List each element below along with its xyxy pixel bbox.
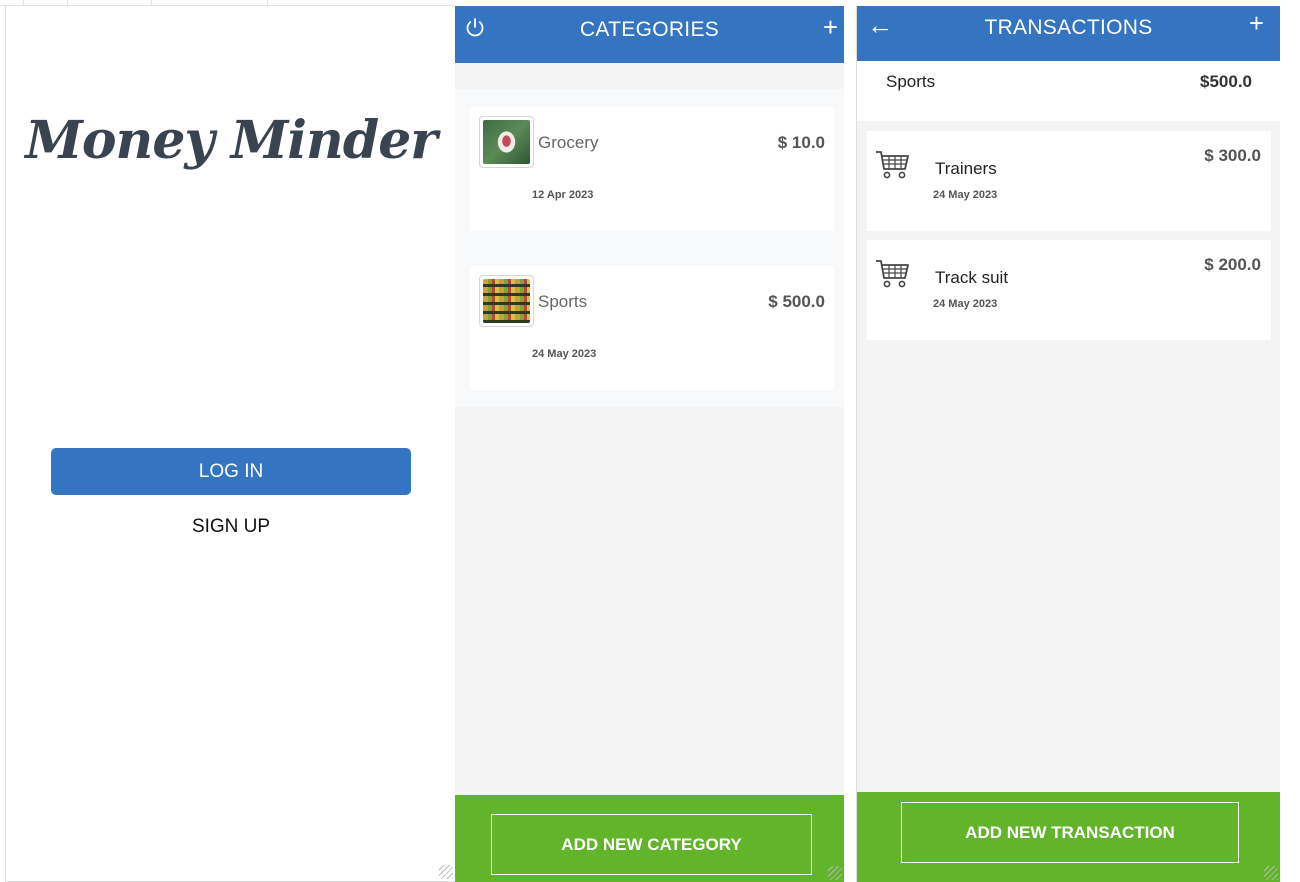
bottom-action-bar: ADD NEW CATEGORY <box>455 795 844 882</box>
page-title: TRANSACTIONS <box>984 16 1153 39</box>
category-date: 24 May 2023 <box>532 348 597 360</box>
transactions-screen: ← TRANSACTIONS + Sports $500.0 Trainers … <box>856 6 1280 882</box>
transaction-amount: $ 200.0 <box>1204 255 1261 274</box>
signup-link[interactable]: SIGN UP <box>51 516 411 538</box>
category-card-grocery[interactable]: Grocery $ 10.0 12 Apr 2023 <box>470 107 834 231</box>
sports-thumbnail <box>479 275 534 327</box>
add-category-button[interactable]: ADD NEW CATEGORY <box>491 814 812 875</box>
transaction-date: 24 May 2023 <box>933 189 998 201</box>
login-screen: Money Minder LOG IN SIGN UP <box>5 6 455 882</box>
transaction-name: Trainers <box>935 159 997 178</box>
categories-screen: CATEGORIES + Grocery $ 10.0 12 Apr 2023 … <box>455 6 844 882</box>
grocery-thumbnail <box>479 116 534 168</box>
cart-icon <box>876 260 909 288</box>
transaction-card-trainers[interactable]: Trainers $ 300.0 24 May 2023 <box>867 131 1271 231</box>
transactions-app-bar: ← TRANSACTIONS + <box>857 6 1280 61</box>
page-title: CATEGORIES <box>579 18 720 41</box>
add-category-icon[interactable]: + <box>823 12 838 42</box>
add-transaction-icon[interactable]: + <box>1249 8 1264 38</box>
category-name: Grocery <box>538 133 599 152</box>
resize-grip-icon[interactable] <box>439 865 453 879</box>
summary-category-total: $500.0 <box>1200 72 1252 91</box>
category-date: 12 Apr 2023 <box>532 189 594 201</box>
categories-app-bar: CATEGORIES + <box>455 6 844 63</box>
category-list: Grocery $ 10.0 12 Apr 2023 Sports $ 500.… <box>455 89 844 407</box>
category-summary: Sports $500.0 <box>857 61 1280 121</box>
cart-icon <box>876 151 909 179</box>
add-transaction-button[interactable]: ADD NEW TRANSACTION <box>901 802 1239 863</box>
transaction-name: Track suit <box>935 268 1009 287</box>
resize-grip-icon[interactable] <box>828 866 842 880</box>
login-button[interactable]: LOG IN <box>51 448 411 495</box>
resize-grip-icon[interactable] <box>1264 866 1278 880</box>
category-name: Sports <box>538 292 588 311</box>
category-amount: $ 500.0 <box>768 292 825 311</box>
transaction-amount: $ 300.0 <box>1204 146 1261 165</box>
summary-category-name: Sports <box>886 72 936 91</box>
category-card-sports[interactable]: Sports $ 500.0 24 May 2023 <box>470 266 834 390</box>
transaction-date: 24 May 2023 <box>933 298 998 310</box>
app-logo: Money Minder <box>25 110 437 171</box>
transaction-card-track-suit[interactable]: Track suit $ 200.0 24 May 2023 <box>867 240 1271 340</box>
category-amount: $ 10.0 <box>777 133 825 152</box>
bottom-action-bar: ADD NEW TRANSACTION <box>857 792 1280 882</box>
